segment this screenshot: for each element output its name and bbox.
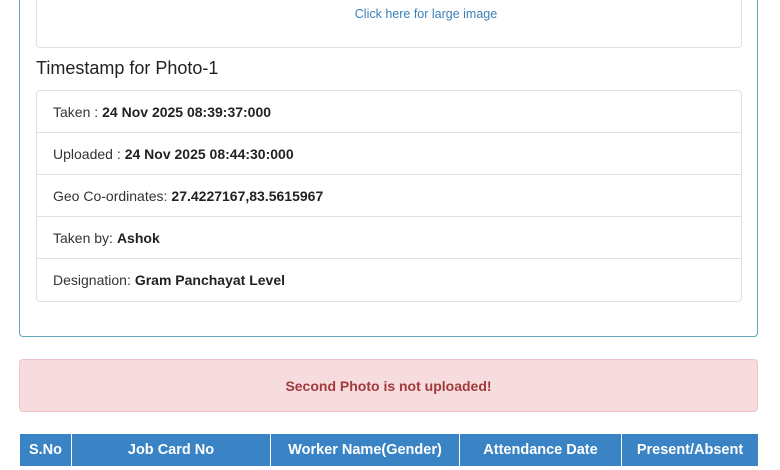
taken-label: Taken : [53,103,99,120]
attendance-table: S.No Job Card No Worker Name(Gender) Att… [19,433,759,467]
designation-value: Gram Panchayat Level [134,272,286,288]
column-header-attendance-date[interactable]: Attendance Date [459,433,622,467]
taken-by-value: Ashok [116,229,160,246]
timestamp-section-title: Timestamp for Photo-1 [36,58,219,78]
alert-message: Second Photo is not uploaded! [285,377,492,394]
uploaded-label: Uploaded : [53,145,121,162]
taken-row: Taken : 24 Nov 2025 08:39:37:000 [37,91,741,133]
timestamp-list: Taken : 24 Nov 2025 08:39:37:000 Uploade… [36,90,742,302]
second-photo-alert: Second Photo is not uploaded! [19,359,758,412]
geo-coordinates-value: 27.4227167,83.5615967 [171,187,324,204]
table-header-row: S.No Job Card No Worker Name(Gender) Att… [19,433,759,467]
designation-label: Designation: [53,272,131,288]
column-header-job-card-no[interactable]: Job Card No [71,433,271,467]
taken-by-row: Taken by: Ashok [37,217,741,259]
geo-coordinates-row: Geo Co-ordinates: 27.4227167,83.5615967 [37,175,741,217]
uploaded-value: 24 Nov 2025 08:44:30:000 [124,145,294,162]
column-header-present-absent[interactable]: Present/Absent [621,433,759,467]
column-header-worker-name[interactable]: Worker Name(Gender) [270,433,460,467]
designation-row: Designation: Gram Panchayat Level [37,259,741,301]
taken-value: 24 Nov 2025 08:39:37:000 [102,103,272,120]
uploaded-row: Uploaded : 24 Nov 2025 08:44:30:000 [37,133,741,175]
geo-coordinates-label: Geo Co-ordinates: [53,187,168,204]
photo-card: Click here for large image [36,0,742,48]
column-header-sno[interactable]: S.No [19,433,72,467]
large-image-link[interactable]: Click here for large image [37,7,780,21]
taken-by-label: Taken by: [53,229,113,246]
